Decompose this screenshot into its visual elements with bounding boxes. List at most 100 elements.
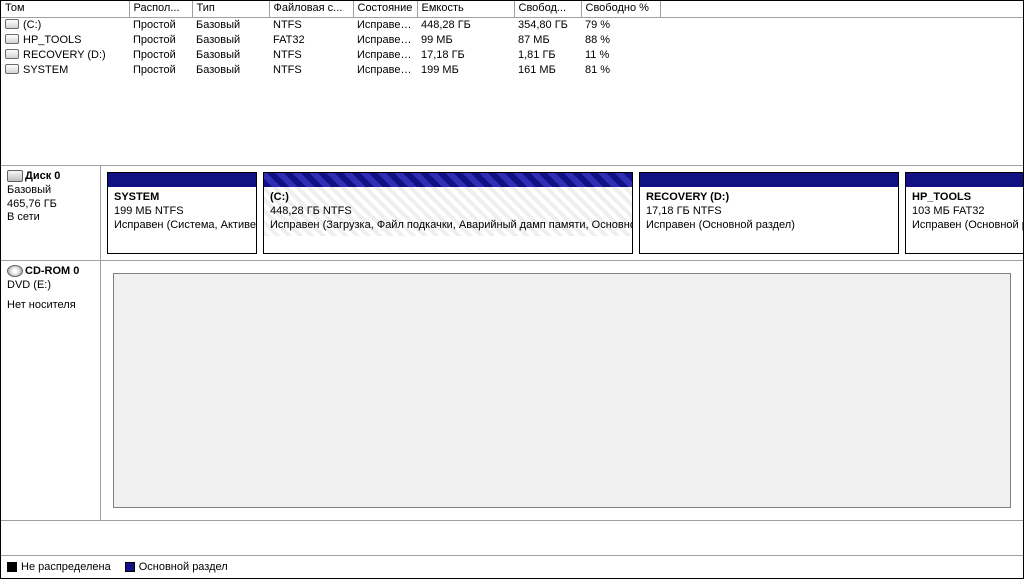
cell-layout: Простой [129,47,192,62]
cell-capacity: 448,28 ГБ [417,17,514,32]
partition-detail: 448,28 ГБ NTFS [270,205,626,219]
volume-name-text: RECOVERY (D:) [23,49,106,61]
legend-primary: Основной раздел [125,561,228,573]
cd-empty-area[interactable] [113,273,1011,508]
disk-size: 465,76 ГБ [7,198,94,212]
partition-detail: 199 МБ NTFS [114,205,250,219]
table-header-row[interactable]: Том Распол... Тип Файловая с... Состояни… [1,1,1023,17]
cell-free_pct: 88 % [581,32,660,47]
cell-capacity: 17,18 ГБ [417,47,514,62]
partition-status: Исправен (Система, Активен) [114,219,250,233]
cd-row[interactable]: CD-ROM 0 DVD (E:) Нет носителя [1,261,1023,521]
col-volume[interactable]: Том [1,1,129,17]
partition-status: Исправен (Загрузка, Файл подкачки, Авари… [270,219,626,233]
disk-icon [7,170,23,182]
cd-drive: DVD (E:) [7,279,94,293]
volume-icon [5,19,19,29]
cell-type: Базовый [192,17,269,32]
cell-status: Исправен... [353,17,417,32]
cell-free: 161 МБ [514,62,581,77]
table-row[interactable]: RECOVERY (D:)ПростойБазовыйNTFSИсправен.… [1,47,1023,62]
cell-name: SYSTEM [1,62,129,77]
col-spacer [660,1,1023,17]
legend-unallocated: Не распределена [7,561,111,573]
partition-stripe [264,173,632,187]
cell-layout: Простой [129,62,192,77]
cell-capacity: 199 МБ [417,62,514,77]
cell-fs: NTFS [269,62,353,77]
col-capacity[interactable]: Емкость [417,1,514,17]
cell-free: 1,81 ГБ [514,47,581,62]
disk-row-0[interactable]: Диск 0 Базовый 465,76 ГБ В сети SYSTEM19… [1,166,1023,261]
volume-name-text: (C:) [23,19,41,31]
partition-detail: 103 МБ FAT32 [912,205,1023,219]
cell-free_pct: 11 % [581,47,660,62]
partition-status: Исправен (Основной раздел) [646,219,892,233]
cell-free: 354,80 ГБ [514,17,581,32]
table-row[interactable]: (C:) ПростойБазовыйNTFSИсправен...448,28 … [1,17,1023,32]
volumes-table[interactable]: Том Распол... Тип Файловая с... Состояни… [1,1,1023,77]
volumes-pane[interactable]: Том Распол... Тип Файловая с... Состояни… [1,1,1023,166]
cell-status: Исправен... [353,62,417,77]
partition-body: SYSTEM199 МБ NTFSИсправен (Система, Акти… [108,187,256,236]
cell-free_pct: 81 % [581,62,660,77]
partition-detail: 17,18 ГБ NTFS [646,205,892,219]
swatch-primary-icon [125,562,135,572]
partition-system[interactable]: SYSTEM199 МБ NTFSИсправен (Система, Акти… [107,172,257,254]
col-fs[interactable]: Файловая с... [269,1,353,17]
swatch-unallocated-icon [7,562,17,572]
graphical-pane: Диск 0 Базовый 465,76 ГБ В сети SYSTEM19… [1,166,1023,556]
partition-label: (C:) [270,191,626,205]
cd-info[interactable]: CD-ROM 0 DVD (E:) Нет носителя [1,261,101,520]
cell-type: Базовый [192,62,269,77]
partition-recovery-d-[interactable]: RECOVERY (D:)17,18 ГБ NTFSИсправен (Осно… [639,172,899,254]
legend-unallocated-label: Не распределена [21,561,111,573]
disk-status: В сети [7,211,94,225]
cell-fs: FAT32 [269,32,353,47]
partition-status: Исправен (Основной раздел) [912,219,1023,233]
cell-name: RECOVERY (D:) [1,47,129,62]
disk-info-0[interactable]: Диск 0 Базовый 465,76 ГБ В сети [1,166,101,260]
cell-free: 87 МБ [514,32,581,47]
col-free-pct[interactable]: Свободно % [581,1,660,17]
disk0-partitions: SYSTEM199 МБ NTFSИсправен (Система, Акти… [101,166,1023,260]
volume-name-text: HP_TOOLS [23,34,82,46]
cell-free_pct: 79 % [581,17,660,32]
cell-fs: NTFS [269,47,353,62]
partition--c-[interactable]: (C:)448,28 ГБ NTFSИсправен (Загрузка, Фа… [263,172,633,254]
volume-icon [5,34,19,44]
cell-status: Исправен... [353,47,417,62]
disk-management-window: Том Распол... Тип Файловая с... Состояни… [0,0,1024,579]
partition-hp-tools[interactable]: HP_TOOLS103 МБ FAT32Исправен (Основной р… [905,172,1023,254]
disk-type: Базовый [7,184,94,198]
partition-body: (C:)448,28 ГБ NTFSИсправен (Загрузка, Фа… [264,187,632,236]
table-row[interactable]: HP_TOOLSПростойБазовыйFAT32Исправен...99… [1,32,1023,47]
col-free[interactable]: Свобод... [514,1,581,17]
partition-body: RECOVERY (D:)17,18 ГБ NTFSИсправен (Осно… [640,187,898,236]
volume-icon [5,64,19,74]
cell-name: HP_TOOLS [1,32,129,47]
volume-name-text: SYSTEM [23,64,68,76]
cell-type: Базовый [192,32,269,47]
cell-layout: Простой [129,17,192,32]
cell-capacity: 99 МБ [417,32,514,47]
cell-fs: NTFS [269,17,353,32]
cell-layout: Простой [129,32,192,47]
partition-label: SYSTEM [114,191,250,205]
cd-name: CD-ROM 0 [25,265,79,277]
cd-status: Нет носителя [7,299,94,313]
partition-stripe [640,173,898,187]
col-status[interactable]: Состояние [353,1,417,17]
cd-body-wrap [101,261,1023,520]
cdrom-icon [7,265,23,277]
col-type[interactable]: Тип [192,1,269,17]
partition-stripe [906,173,1023,187]
table-row[interactable]: SYSTEM ПростойБазовыйNTFSИсправен...199 М… [1,62,1023,77]
partition-body: HP_TOOLS103 МБ FAT32Исправен (Основной р… [906,187,1023,236]
col-layout[interactable]: Распол... [129,1,192,17]
disk-name: Диск 0 [25,170,60,182]
cell-name: (C:) [1,17,129,32]
partition-label: HP_TOOLS [912,191,1023,205]
partition-stripe [108,173,256,187]
legend-bar: Не распределена Основной раздел [1,556,1023,578]
